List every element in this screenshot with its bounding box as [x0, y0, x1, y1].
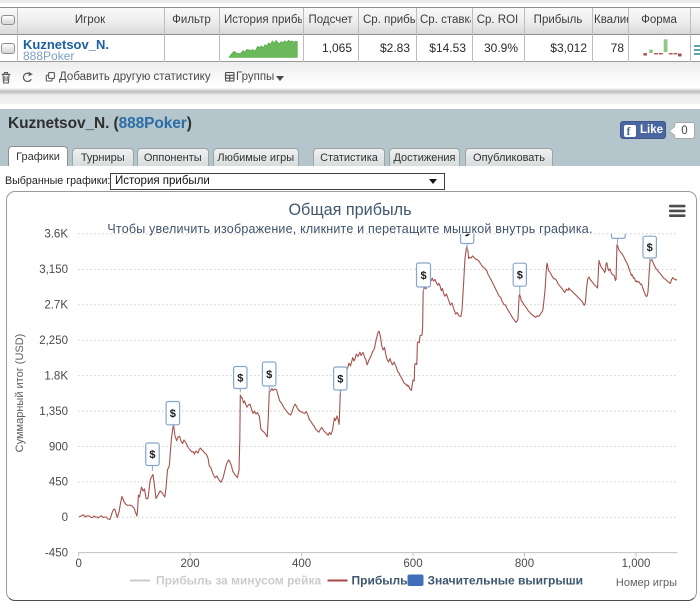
svg-text:-450: -450 — [45, 547, 68, 559]
svg-text:0: 0 — [75, 558, 81, 570]
svg-text:$: $ — [149, 449, 155, 461]
svg-text:200: 200 — [181, 558, 200, 570]
svg-text:2,250: 2,250 — [39, 335, 68, 347]
svg-text:$: $ — [517, 270, 523, 282]
svg-text:Прибыль за минусом рейка: Прибыль за минусом рейка — [156, 574, 321, 588]
svg-text:Прибыль: Прибыль — [352, 574, 408, 588]
svg-text:Номер игры: Номер игры — [616, 577, 677, 589]
svg-text:$: $ — [170, 408, 176, 420]
svg-text:800: 800 — [515, 558, 534, 570]
svg-text:0: 0 — [62, 512, 68, 524]
svg-text:Значительные выигрыши: Значительные выигрыши — [428, 574, 584, 588]
svg-text:400: 400 — [292, 558, 311, 570]
svg-text:$: $ — [266, 369, 272, 381]
svg-text:2.7K: 2.7K — [44, 300, 68, 312]
svg-text:450: 450 — [49, 477, 68, 489]
svg-text:$: $ — [420, 270, 426, 282]
svg-text:600: 600 — [403, 558, 422, 570]
svg-text:1,350: 1,350 — [39, 406, 68, 418]
svg-text:900: 900 — [49, 441, 68, 453]
svg-text:$: $ — [647, 242, 653, 254]
svg-text:$: $ — [237, 373, 243, 385]
svg-text:1.8K: 1.8K — [44, 370, 68, 382]
svg-text:Суммарный итог (USD): Суммарный итог (USD) — [14, 334, 26, 453]
svg-text:3,150: 3,150 — [39, 264, 68, 276]
svg-text:$: $ — [337, 374, 343, 386]
svg-text:1,000: 1,000 — [622, 558, 651, 570]
